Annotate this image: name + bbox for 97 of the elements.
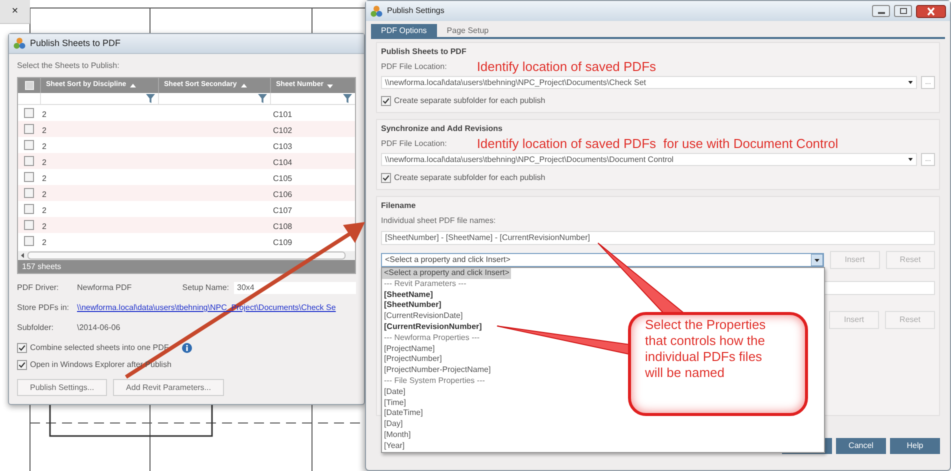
list-item[interactable]: [DateTime] (382, 408, 425, 420)
caret-icon (908, 81, 913, 84)
window-title: Publish Sheets to PDF (30, 36, 121, 50)
window-title: Publish Settings (387, 5, 446, 17)
table-cell: C102 (273, 126, 292, 135)
property-dropdown[interactable]: <Select a property and click Insert> (381, 253, 824, 267)
table-cell: 2 (42, 222, 46, 231)
checkbox[interactable] (24, 204, 34, 214)
checkbox[interactable] (381, 173, 391, 183)
checkbox[interactable] (17, 360, 27, 370)
list-item[interactable]: [CurrentRevisionNumber] (382, 322, 484, 333)
dialog-button[interactable]: Add Revit Parameters... (113, 379, 224, 396)
list-item[interactable]: [Month] (382, 430, 413, 441)
table-cell: 2 (42, 206, 46, 215)
checkbox-label: Create separate subfolder for each publish (394, 95, 546, 107)
section-heading: Publish Sheets to PDF (381, 46, 468, 58)
dialog-button[interactable]: Cancel (836, 438, 886, 454)
table-cell: 2 (42, 190, 46, 199)
list-item[interactable]: [Date] (382, 386, 408, 398)
table-cell: C108 (273, 222, 292, 231)
table-cell: C106 (273, 190, 292, 199)
list-item[interactable]: --- File System Properties --- (382, 376, 487, 387)
dialog-button[interactable]: Help (890, 438, 940, 454)
list-item[interactable]: [SheetNumber] (382, 300, 444, 312)
table-cell: C103 (273, 142, 292, 151)
path-dropdown[interactable]: \\newforma.local\data\users\tbehning\NPC_Project\Documents\Document Control (381, 153, 917, 166)
checkbox[interactable] (24, 172, 34, 182)
list-item[interactable]: --- Revit Parameters --- (382, 278, 468, 290)
table-cell: 2 (42, 110, 46, 119)
list-item[interactable]: [CurrentRevisionDate] (382, 311, 465, 322)
table-cell: C104 (273, 158, 292, 167)
table-cell: C101 (273, 110, 292, 119)
path-dropdown[interactable]: \\newforma.local\data\users\tbehning\NPC_Project\Documents\Check Set (381, 76, 917, 89)
maximize-icon[interactable] (894, 5, 912, 17)
section-heading: Synchronize and Add Revisions (381, 123, 504, 135)
checkbox[interactable] (17, 343, 27, 353)
filter-cell[interactable] (270, 93, 355, 104)
annotation-text: Identify location of saved PDFs for use with Document Control (476, 137, 838, 150)
list-item[interactable]: [ProjectNumber-ProjectName] (382, 365, 493, 376)
setup-name-field: 30x4 (234, 282, 356, 294)
checkbox[interactable] (24, 236, 34, 246)
horizontal-scrollbar[interactable] (18, 251, 355, 260)
table-cell: 2 (42, 174, 46, 183)
annotation-text: Identify location of saved PDFs (476, 60, 656, 73)
field-label: PDF File Location: (381, 138, 447, 150)
section-heading: Filename (381, 200, 417, 212)
checkbox-label: Combine selected sheets into one PDF (30, 342, 169, 354)
caret-icon (908, 158, 913, 161)
table-cell: 2 (42, 142, 46, 151)
list-item[interactable]: [Day] (382, 419, 405, 430)
table-cell: C107 (273, 206, 292, 215)
dialog-button[interactable]: Publish Settings... (17, 379, 108, 396)
field-label: PDF File Location: (381, 61, 447, 73)
table-cell: 2 (42, 238, 46, 247)
checkbox[interactable] (24, 140, 34, 150)
prompt-text: Select the Sheets to Publish: (17, 60, 120, 72)
checkbox[interactable] (24, 124, 34, 134)
field-value: Newforma PDF (77, 282, 133, 294)
dropdown-caret-icon (811, 254, 823, 266)
tab[interactable]: Page Setup (436, 24, 499, 37)
field-label: Store PDFs in: (17, 302, 70, 314)
minimize-icon[interactable] (872, 5, 890, 17)
checkbox[interactable] (24, 220, 34, 230)
field-label: PDF Driver: (17, 282, 60, 294)
checkbox-label: Create separate subfolder for each publish (394, 172, 546, 184)
close-button[interactable]: × (12, 3, 18, 20)
info-icon[interactable] (182, 343, 192, 353)
field-label: Individual sheet PDF file names: (381, 215, 497, 227)
checkbox-label: Open in Windows Explorer after Publish (30, 359, 172, 371)
filter-cell[interactable] (40, 93, 158, 104)
callout-text: Select the Properties that controls how the individual PDFs files will be named (645, 317, 767, 381)
list-item[interactable]: --- Newforma Properties --- (382, 332, 482, 344)
sheet-count: 157 sheets (22, 260, 62, 272)
close-icon[interactable] (916, 4, 946, 18)
app-logo-icon (13, 37, 26, 50)
table-cell: 2 (42, 126, 46, 135)
tab[interactable]: PDF Options (371, 24, 437, 37)
checkbox[interactable] (24, 156, 34, 166)
app-logo-icon (370, 4, 383, 18)
table-cell: 2 (42, 158, 46, 167)
list-item[interactable]: [SheetName] (382, 290, 435, 300)
field-label: Subfolder: (17, 322, 54, 334)
select-all-checkbox[interactable] (24, 81, 34, 90)
field-value: \2014-06-06 (77, 322, 120, 334)
list-item[interactable]: [ProjectName] (382, 344, 437, 354)
checkbox[interactable] (24, 188, 34, 198)
list-item[interactable]: [Year] (382, 440, 407, 452)
table-cell: C105 (273, 174, 292, 183)
list-item[interactable]: [Time] (382, 398, 408, 408)
list-item[interactable]: [ProjectNumber] (382, 354, 444, 366)
table-cell: C109 (273, 238, 292, 247)
list-item[interactable]: <Select a property and click Insert> (382, 268, 512, 279)
checkbox[interactable] (24, 108, 34, 118)
filter-cell[interactable] (158, 93, 270, 104)
checkbox[interactable] (381, 96, 391, 106)
filename-field[interactable]: [SheetNumber] - [SheetName] - [CurrentRevisionNumber] (381, 231, 935, 245)
field-label: Setup Name: (181, 282, 230, 294)
